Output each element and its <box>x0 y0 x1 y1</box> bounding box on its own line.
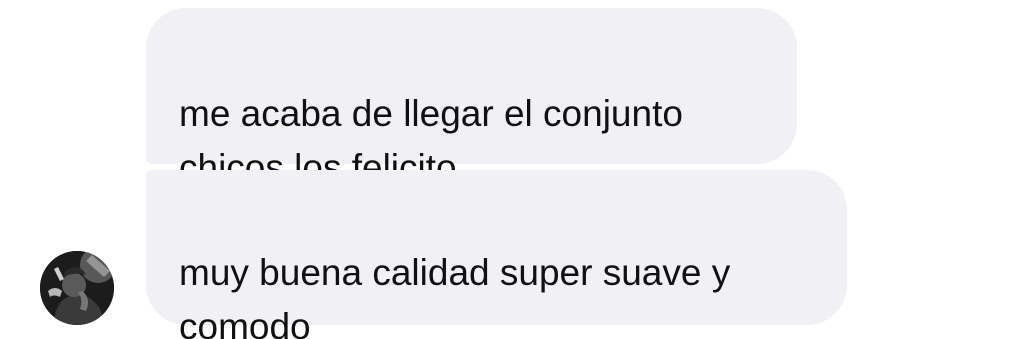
chat-thread: me acaba de llegar el conjunto chicos lo… <box>0 0 1024 339</box>
message-bubble[interactable]: muy buena calidad super suave y comodo <box>146 170 847 339</box>
message-bubble[interactable]: me acaba de llegar el conjunto chicos lo… <box>146 8 797 188</box>
avatar-photo-icon <box>40 251 114 325</box>
avatar[interactable] <box>40 251 114 325</box>
message-text: muy buena calidad super suave y comodo <box>179 252 731 339</box>
